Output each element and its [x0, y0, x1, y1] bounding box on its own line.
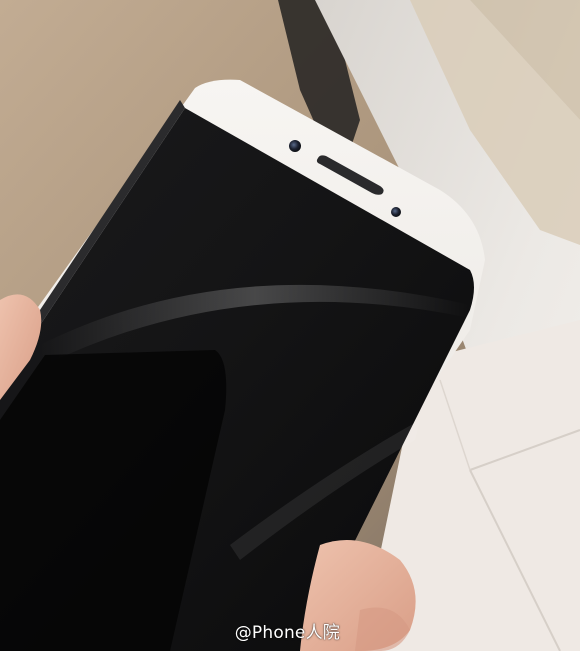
proximity-sensor-icon — [391, 207, 401, 217]
front-camera-icon — [289, 140, 301, 152]
watermark-text: @Phone人院 — [234, 623, 340, 643]
phone-photo-scene — [0, 0, 580, 651]
photo-frame: @Phone人院 — [0, 0, 580, 651]
